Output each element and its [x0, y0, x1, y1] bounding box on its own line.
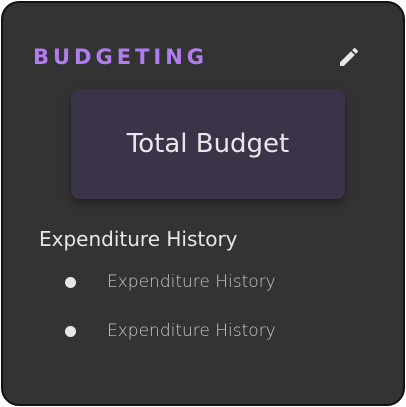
- budgeting-card: BUDGETING Total Budget Expenditure Histo…: [1, 1, 405, 406]
- pencil-icon: [337, 45, 361, 69]
- bullet-icon: [65, 325, 76, 337]
- list-item-label: Expenditure History: [107, 272, 276, 292]
- expenditure-history-list: Expenditure History Expenditure History: [65, 265, 365, 363]
- edit-button[interactable]: [335, 43, 363, 71]
- list-item[interactable]: Expenditure History: [65, 265, 365, 299]
- list-item[interactable]: Expenditure History: [65, 314, 365, 348]
- card-header: BUDGETING: [33, 43, 363, 71]
- total-budget-tile[interactable]: Total Budget: [71, 89, 345, 199]
- expenditure-history-title: Expenditure History: [39, 227, 238, 251]
- card-title: BUDGETING: [33, 45, 209, 69]
- list-item-label: Expenditure History: [107, 321, 276, 341]
- total-budget-label: Total Budget: [126, 129, 290, 159]
- bullet-icon: [65, 276, 76, 288]
